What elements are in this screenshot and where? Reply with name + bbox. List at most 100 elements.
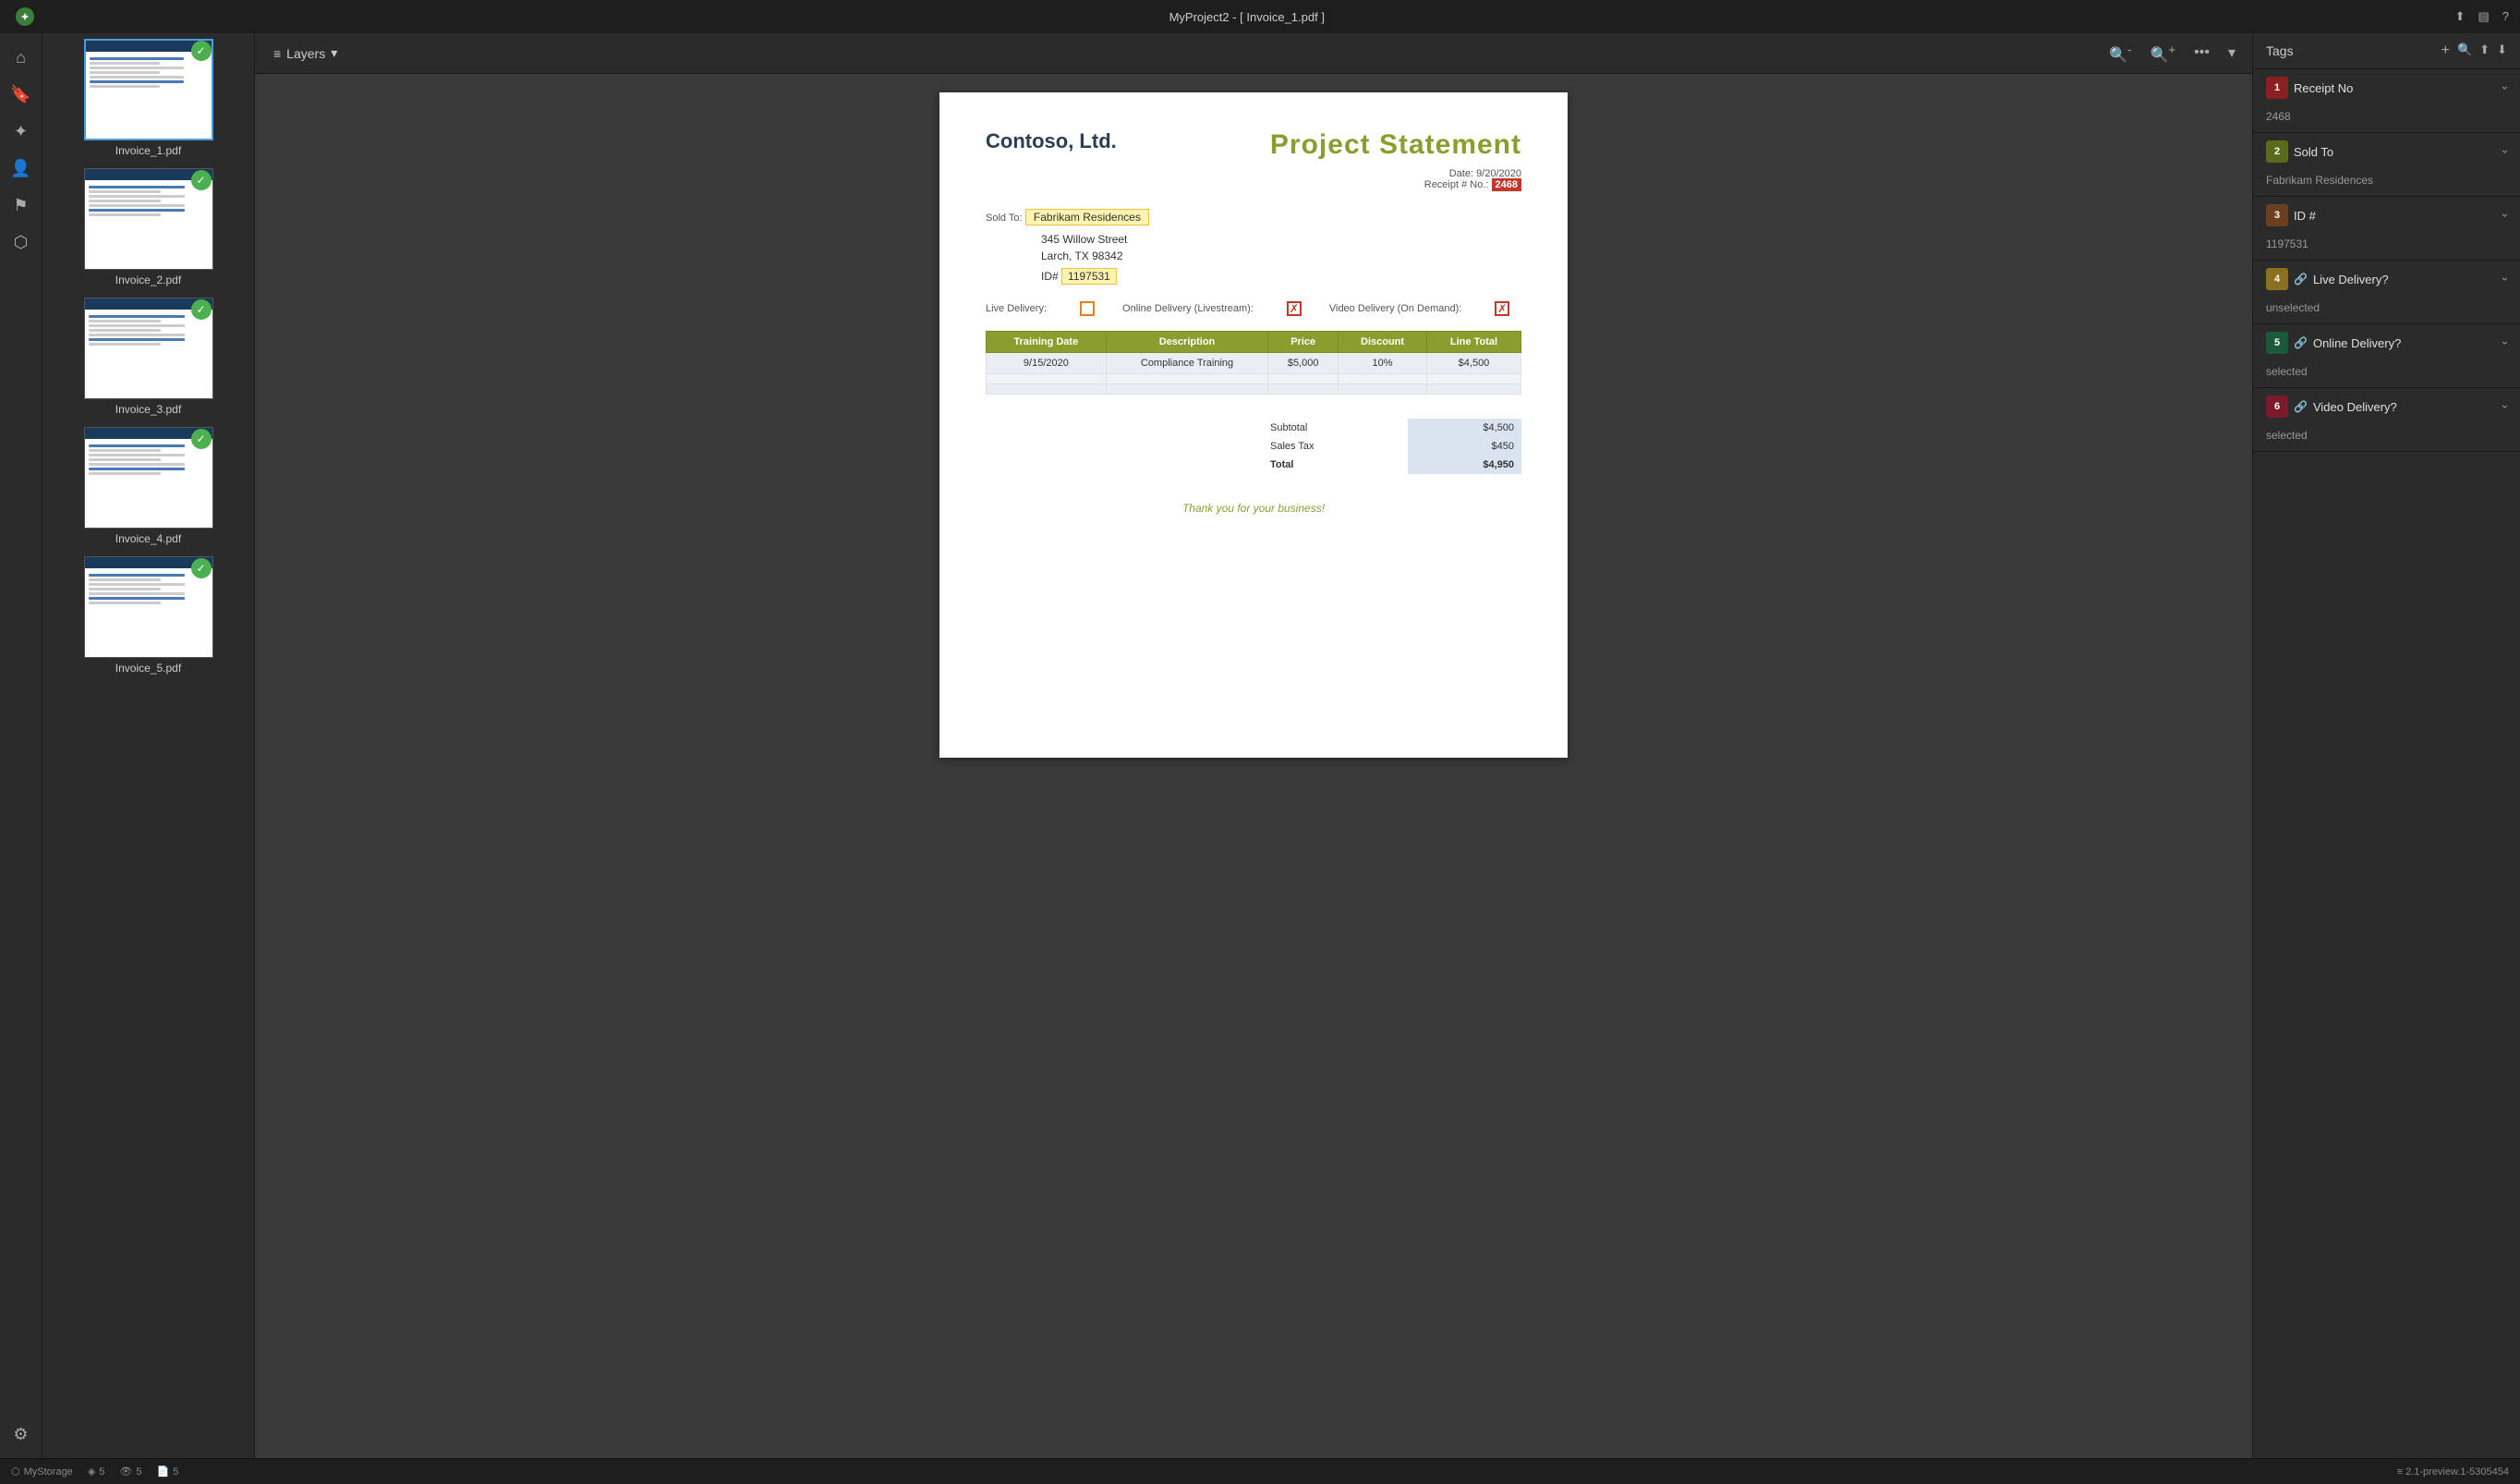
nav-star-icon[interactable]: ✦ [5,115,38,148]
tag-link-icon-6: 🔗 [2294,400,2308,413]
tag-chevron-3[interactable]: › [2499,213,2512,217]
tag-label-4: 🔗 Live Delivery? [2294,273,2503,286]
tags-upload-icon[interactable]: ⬆ [2479,43,2490,59]
date-label: Date: [1449,168,1473,179]
tag-row-1[interactable]: 1 Receipt No› [2253,69,2520,106]
views-count: 👁 5 [119,1466,141,1478]
collapse-button[interactable]: ▾ [2223,40,2241,66]
thank-you-text: Thank you for your business! [986,502,1521,515]
file-item-invoice4[interactable]: ✓ Invoice_4.pdf [42,421,254,551]
file-item-invoice2[interactable]: ✓ Invoice_2.pdf [42,163,254,292]
share-icon[interactable]: ⬆ [2455,9,2465,24]
sold-to-label: Sold To: [986,213,1023,224]
tag-chevron-2[interactable]: › [2499,150,2512,153]
invoice-document: Contoso, Ltd. Project Statement Date: 9/… [939,92,1568,758]
check-badge-2: ✓ [191,170,212,190]
video-delivery-label: Video Delivery (On Demand): [1329,303,1461,314]
col-training-date: Training Date [987,332,1107,353]
table-cell-r2-c2 [1268,384,1339,395]
tag-label-6: 🔗 Video Delivery? [2294,400,2503,414]
views-icon: 👁 [119,1466,132,1478]
address-line1: 345 Willow Street [1041,231,1521,248]
table-cell-r2-c1 [1106,384,1268,395]
table-cell-r2-c4 [1426,384,1520,395]
tags-add-icon[interactable]: + [2441,43,2450,59]
nav-person-icon[interactable]: 👤 [5,152,38,185]
tag-link-icon-5: 🔗 [2294,336,2308,349]
layers-count: ◈ 5 [88,1466,105,1478]
col-price: Price [1268,332,1339,353]
version-label: ≡ 2.1-preview.1-5305454 [2397,1466,2509,1478]
settings-icon[interactable]: ⚙ [5,1417,38,1451]
tag-value-4: unselected [2253,298,2520,323]
tag-item-2: 2 Sold To›Fabrikam Residences [2253,133,2520,197]
tag-value-3: 1197531 [2253,234,2520,260]
table-cell-r0-c2: $5,000 [1268,353,1339,374]
tag-chevron-5[interactable]: › [2499,341,2512,345]
tags-search-icon[interactable]: 🔍 [2457,43,2472,59]
sold-to-value: Fabrikam Residences [1025,209,1149,225]
nav-puzzle-icon[interactable]: ⬡ [5,225,38,259]
tag-row-3[interactable]: 3 ID #› [2253,197,2520,234]
tag-link-icon-4: 🔗 [2294,273,2308,286]
nav-flag-icon[interactable]: ⚑ [5,189,38,222]
check-badge-3: ✓ [191,299,212,320]
table-cell-r0-c1: Compliance Training [1106,353,1268,374]
id-label: ID# [1041,270,1059,283]
video-delivery-checkbox[interactable]: ✗ [1495,301,1509,316]
file-item-invoice3[interactable]: ✓ Invoice_3.pdf [42,292,254,421]
tag-row-2[interactable]: 2 Sold To› [2253,133,2520,170]
tag-row-5[interactable]: 5🔗 Online Delivery?› [2253,324,2520,361]
storage-icon: ⬡ [11,1466,20,1478]
online-delivery-label: Online Delivery (Livestream): [1122,303,1254,314]
total-label: Total [1263,456,1408,474]
tags-download-icon[interactable]: ⬇ [2497,43,2507,59]
files-count: 📄 5 [157,1466,179,1478]
tags-panel: Tags + 🔍 ⬆ ⬇ 1 Receipt No›24682 Sold To›… [2252,33,2520,1458]
invoice-title: Project Statement [1270,129,1521,161]
zoom-in-button[interactable]: 🔍+ [2144,39,2181,67]
tag-row-6[interactable]: 6🔗 Video Delivery?› [2253,388,2520,425]
table-row [987,384,1521,395]
titlebar: ✦ MyProject2 - [ Invoice_1.pdf ] ⬆ ▤ ? [0,0,2520,33]
more-options-button[interactable]: ••• [2188,41,2215,65]
table-cell-r2-c3 [1339,384,1427,395]
tag-label-3: ID # [2294,209,2503,223]
receipt-value: 2468 [1492,178,1521,191]
svg-text:✦: ✦ [20,12,29,23]
table-cell-r0-c0: 9/15/2020 [987,353,1107,374]
icon-sidebar: ⌂ 🔖 ✦ 👤 ⚑ ⬡ ⚙ [0,33,42,1458]
statusbar: ⬡ MyStorage ◈ 5 👁 5 📄 5 ≡ 2.1-preview.1-… [0,1458,2520,1484]
filename-4: Invoice_4.pdf [115,532,181,545]
tag-badge-5: 5 [2266,332,2288,354]
tag-chevron-6[interactable]: › [2499,405,2512,408]
tag-value-6: selected [2253,425,2520,451]
window-title: MyProject2 - [ Invoice_1.pdf ] [39,10,2455,24]
tag-row-4[interactable]: 4 🔗 Live Delivery?› [2253,261,2520,298]
tax-value: $450 [1408,437,1521,456]
app-logo: ✦ [11,3,39,30]
version-icon: ≡ [2397,1466,2403,1478]
tag-chevron-1[interactable]: › [2499,86,2512,90]
nav-bookmark-icon[interactable]: 🔖 [5,78,38,111]
table-cell-r1-c1 [1106,374,1268,384]
table-cell-r1-c3 [1339,374,1427,384]
panels-icon[interactable]: ▤ [2478,9,2489,24]
layers-button[interactable]: ≡ Layers ▾ [266,42,345,65]
tags-list: 1 Receipt No›24682 Sold To›Fabrikam Resi… [2253,69,2520,452]
tag-badge-3: 3 [2266,204,2288,226]
table-cell-r2-c0 [987,384,1107,395]
file-item-invoice5[interactable]: ✓ Invoice_5.pdf [42,551,254,680]
table-cell-r0-c4: $4,500 [1426,353,1520,374]
zoom-out-button[interactable]: 🔍- [2103,39,2137,67]
file-item-invoice1[interactable]: ✓ Invoice_1.pdf [42,33,254,163]
online-delivery-checkbox[interactable]: ✗ [1287,301,1302,316]
files-icon: 📄 [157,1466,170,1478]
tag-chevron-4[interactable]: › [2499,277,2512,281]
nav-home-icon[interactable]: ⌂ [5,41,38,74]
tag-badge-4: 4 [2266,268,2288,290]
live-delivery-checkbox[interactable] [1080,301,1095,316]
toolbar: ≡ Layers ▾ 🔍- 🔍+ ••• ▾ [255,33,2252,74]
table-cell-r1-c2 [1268,374,1339,384]
help-icon[interactable]: ? [2502,9,2509,24]
